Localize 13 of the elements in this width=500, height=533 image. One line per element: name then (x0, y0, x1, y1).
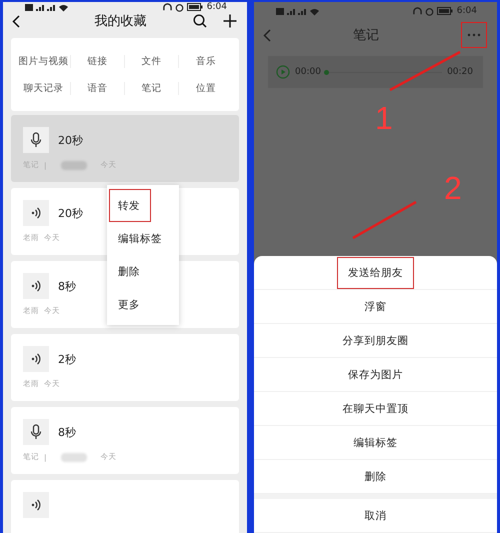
annotation-number: 2 (444, 170, 462, 207)
page-title: 笔记 (353, 27, 379, 44)
annotation-number: 1 (375, 100, 393, 137)
voice-duration: 20秒 (58, 206, 83, 220)
total-time: 00:20 (447, 67, 473, 77)
elapsed-time: 00:00 (295, 67, 321, 77)
voice-duration: 20秒 (58, 132, 83, 148)
voice-duration: 8秒 (58, 278, 76, 294)
voice-duration: 8秒 (58, 424, 76, 440)
voice-duration: 2秒 (58, 352, 76, 366)
status-time: 6:04 (456, 6, 477, 16)
page-title: 我的收藏 (94, 13, 146, 30)
status-time: 6:04 (206, 2, 227, 12)
